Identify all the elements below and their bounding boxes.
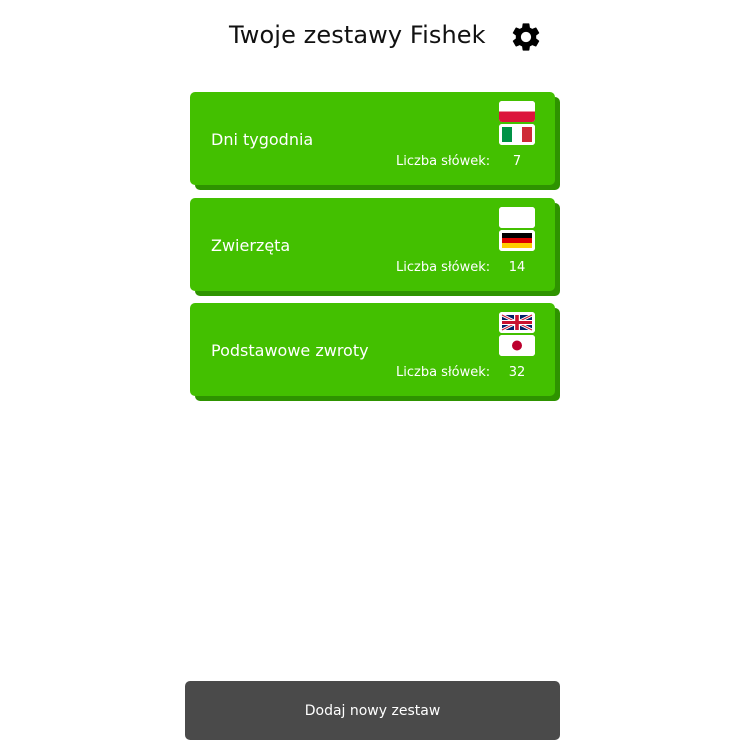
set-card[interactable]: Zwierzęta Liczba słówek: 14 bbox=[190, 198, 555, 291]
word-count-value: 32 bbox=[508, 365, 526, 380]
add-new-set-button[interactable]: Dodaj nowy zestaw bbox=[185, 681, 560, 740]
germany-flag-icon bbox=[499, 230, 535, 251]
italy-flag-icon bbox=[499, 124, 535, 145]
word-count-value: 7 bbox=[512, 154, 522, 169]
poland-flag-icon bbox=[499, 101, 535, 122]
settings-button[interactable] bbox=[509, 20, 543, 54]
uk-flag-icon bbox=[499, 312, 535, 333]
japan-flag-icon bbox=[499, 207, 535, 228]
word-count-label: Liczba słówek: bbox=[396, 154, 491, 169]
japan-flag-icon bbox=[499, 335, 535, 356]
set-name: Podstawowe zwroty bbox=[211, 341, 369, 360]
word-count-label: Liczba słówek: bbox=[396, 260, 491, 275]
word-count-value: 14 bbox=[508, 260, 526, 275]
set-name: Dni tygodnia bbox=[211, 130, 314, 149]
set-card[interactable]: Podstawowe zwroty Liczba słówek: 32 bbox=[190, 303, 555, 396]
gear-icon bbox=[512, 23, 540, 51]
page-title: Twoje zestawy Fishek bbox=[229, 21, 486, 49]
word-count-label: Liczba słówek: bbox=[396, 365, 491, 380]
header: Twoje zestawy Fishek bbox=[0, 0, 745, 72]
set-name: Zwierzęta bbox=[211, 236, 291, 255]
set-card[interactable]: Dni tygodnia Liczba słówek: 7 bbox=[190, 92, 555, 185]
